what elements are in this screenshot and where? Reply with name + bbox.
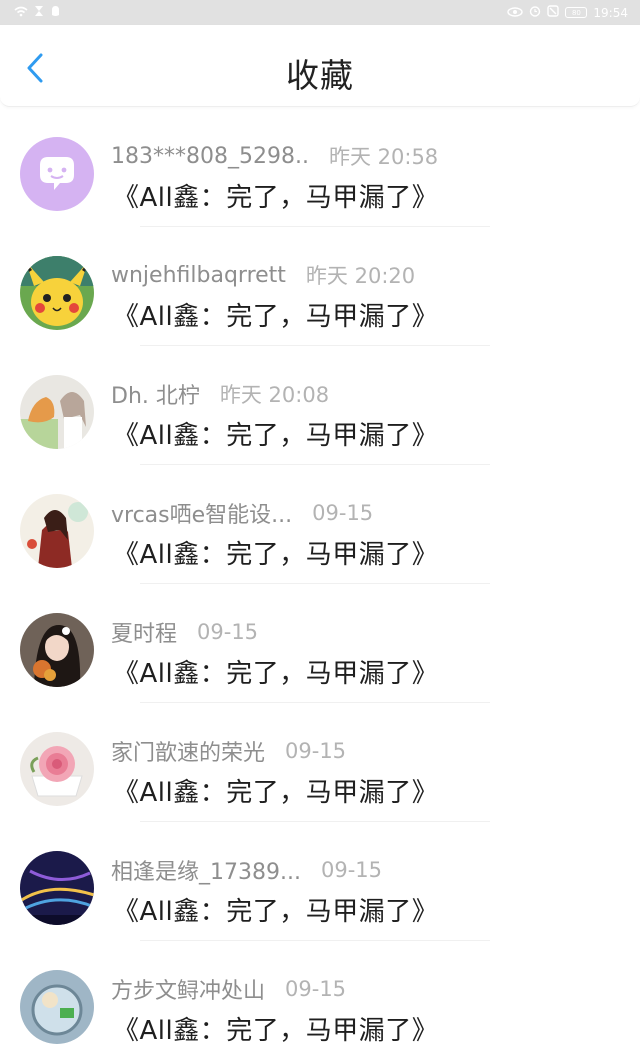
timestamp: 09-15: [312, 501, 374, 525]
list-item[interactable]: 夏时程 09-15 《All鑫：完了，马甲漏了》: [0, 583, 640, 702]
item-title: 《All鑫：完了，马甲漏了》: [113, 897, 439, 927]
item-meta: 方步文鲟冲处山 09-15: [111, 974, 346, 1004]
notification-app-icon: [50, 5, 61, 20]
avatar: [20, 732, 94, 806]
timestamp: 昨天 20:58: [328, 145, 439, 169]
divider: [140, 226, 490, 227]
item-meta: vrcas哂e智能设... 09-15: [111, 498, 373, 528]
alarm-icon: [529, 5, 541, 20]
timestamp: 09-15: [197, 620, 259, 644]
username: 方步文鲟冲处山: [111, 979, 266, 1004]
page-title: 收藏: [286, 56, 354, 95]
header-bar: 收藏: [0, 25, 640, 107]
username: vrcas哂e智能设...: [111, 503, 293, 528]
avatar: [20, 970, 94, 1044]
eye-icon: [507, 6, 524, 20]
favorites-list: 183***808_5298.. 昨天 20:58 《All鑫：完了，马甲漏了》…: [0, 107, 640, 1059]
list-item[interactable]: wnjehfilbaqrrett 昨天 20:20 《All鑫：完了，马甲漏了》: [0, 226, 640, 345]
item-title: 《All鑫：完了，马甲漏了》: [113, 302, 439, 332]
divider: [140, 345, 490, 346]
timestamp: 昨天 20:20: [305, 264, 416, 288]
status-left: [14, 5, 61, 20]
avatar: [20, 137, 94, 211]
timestamp: 09-15: [285, 977, 347, 1001]
avatar: [20, 494, 94, 568]
username: 183***808_5298..: [111, 143, 309, 169]
timestamp: 昨天 20:08: [219, 383, 330, 407]
list-item[interactable]: 家门歆速的荣光 09-15 《All鑫：完了，马甲漏了》: [0, 702, 640, 821]
item-title: 《All鑫：完了，马甲漏了》: [113, 540, 439, 570]
avatar: [20, 256, 94, 330]
timestamp: 09-15: [320, 858, 382, 882]
divider: [140, 940, 490, 941]
item-title: 《All鑫：完了，马甲漏了》: [113, 778, 439, 808]
divider: [140, 702, 490, 703]
item-meta: wnjehfilbaqrrett 昨天 20:20: [111, 260, 415, 290]
item-title: 《All鑫：完了，马甲漏了》: [113, 1016, 439, 1046]
wifi-icon: [14, 6, 28, 20]
item-meta: 家门歆速的荣光 09-15: [111, 736, 346, 766]
item-meta: 相逢是缘_17389... 09-15: [111, 855, 382, 885]
username: 相逢是缘_17389...: [111, 860, 301, 885]
avatar: [20, 851, 94, 925]
item-title: 《All鑫：完了，马甲漏了》: [113, 421, 439, 451]
divider: [140, 464, 490, 465]
username: 家门歆速的荣光: [111, 741, 266, 766]
status-bar: 80 19:54: [0, 0, 640, 25]
username: 夏时程: [111, 622, 178, 647]
avatar: [20, 613, 94, 687]
battery-icon: 80: [565, 7, 588, 18]
item-meta: 183***808_5298.. 昨天 20:58: [111, 141, 438, 171]
hourglass-icon: [34, 5, 44, 20]
list-item[interactable]: 183***808_5298.. 昨天 20:58 《All鑫：完了，马甲漏了》: [0, 107, 640, 226]
avatar: [20, 375, 94, 449]
status-right: 80 19:54: [507, 5, 628, 20]
list-item[interactable]: Dh. 北柠 昨天 20:08 《All鑫：完了，马甲漏了》: [0, 345, 640, 464]
username: wnjehfilbaqrrett: [111, 262, 286, 288]
item-title: 《All鑫：完了，马甲漏了》: [113, 659, 439, 689]
divider: [140, 583, 490, 584]
item-title: 《All鑫：完了，马甲漏了》: [113, 183, 439, 213]
username: Dh. 北柠: [111, 384, 200, 409]
item-meta: 夏时程 09-15: [111, 617, 258, 647]
timestamp: 09-15: [285, 739, 347, 763]
item-meta: Dh. 北柠 昨天 20:08: [111, 379, 329, 409]
mute-icon: [547, 5, 560, 20]
divider: [140, 821, 490, 822]
list-item[interactable]: 方步文鲟冲处山 09-15 《All鑫：完了，马甲漏了》: [0, 940, 640, 1059]
status-time: 19:54: [593, 5, 628, 20]
list-item[interactable]: vrcas哂e智能设... 09-15 《All鑫：完了，马甲漏了》: [0, 464, 640, 583]
list-item[interactable]: 相逢是缘_17389... 09-15 《All鑫：完了，马甲漏了》: [0, 821, 640, 940]
